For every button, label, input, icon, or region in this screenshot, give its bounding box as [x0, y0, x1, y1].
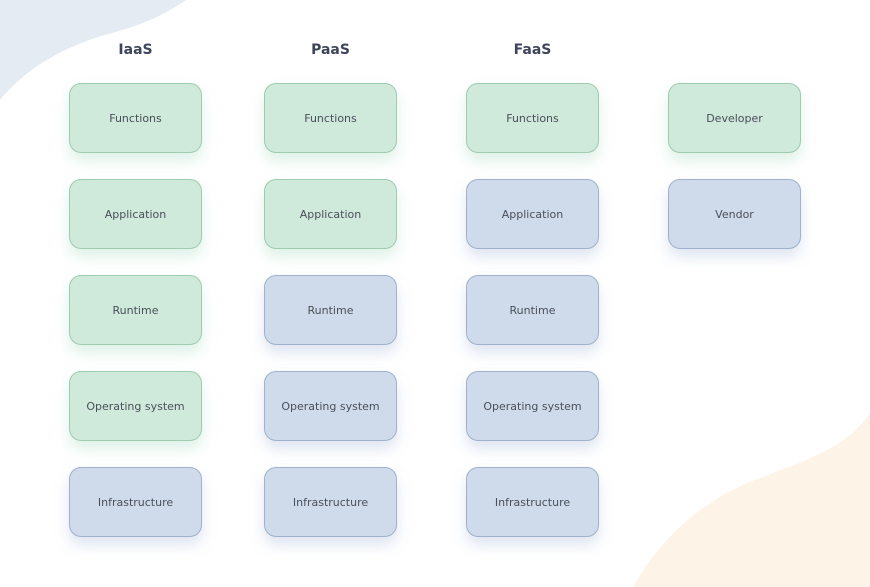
layer-box-functions: Functions [264, 83, 397, 153]
layer-box-operating-system: Operating system [69, 371, 202, 441]
column-title-paas: PaaS [311, 42, 350, 58]
layer-box-operating-system: Operating system [466, 371, 599, 441]
column-title-iaas: IaaS [118, 42, 153, 58]
layer-box-runtime: Runtime [69, 275, 202, 345]
layer-box-infrastructure: Infrastructure [264, 467, 397, 537]
layer-box-application: Application [466, 179, 599, 249]
blob-bottom-right [633, 413, 870, 587]
legend-vendor: Vendor [668, 179, 801, 249]
layer-box-application: Application [264, 179, 397, 249]
layer-box-application: Application [69, 179, 202, 249]
layer-box-functions: Functions [69, 83, 202, 153]
legend-developer: Developer [668, 83, 801, 153]
layer-box-runtime: Runtime [264, 275, 397, 345]
layer-box-functions: Functions [466, 83, 599, 153]
layer-box-infrastructure: Infrastructure [69, 467, 202, 537]
layer-box-infrastructure: Infrastructure [466, 467, 599, 537]
layer-box-operating-system: Operating system [264, 371, 397, 441]
column-title-faas: FaaS [513, 42, 552, 58]
layer-box-runtime: Runtime [466, 275, 599, 345]
